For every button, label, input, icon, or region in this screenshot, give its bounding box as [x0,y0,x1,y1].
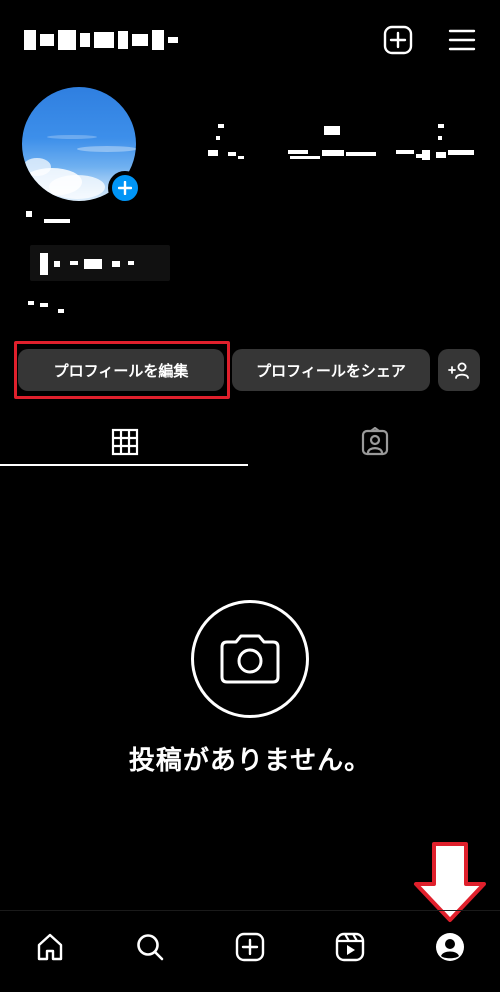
discover-people-button[interactable] [438,349,480,391]
reels-icon [335,932,365,962]
share-profile-button[interactable]: プロフィールをシェア [232,349,430,391]
empty-state-icon [191,600,309,718]
empty-state-message: 投稿がありません。 [128,746,372,776]
hamburger-menu-icon [448,29,476,51]
nav-create[interactable] [230,927,270,967]
add-story-button[interactable] [108,171,142,205]
home-icon [37,933,63,961]
edit-profile-highlight [14,341,230,399]
nav-reels[interactable] [330,927,370,967]
search-icon [137,934,164,961]
nav-search[interactable] [130,927,170,967]
add-person-icon [448,362,469,379]
avatar[interactable] [22,87,142,205]
active-tab-indicator [0,464,248,466]
username-redacted[interactable] [24,26,178,54]
tagged-person-icon [361,427,389,456]
menu-button[interactable] [444,22,480,58]
create-post-icon [235,932,265,962]
camera-icon [220,634,280,684]
new-post-button[interactable] [380,22,416,58]
bottom-navigation [0,910,500,992]
nav-home[interactable] [30,927,70,967]
profile-tabs [0,418,500,468]
plus-square-icon [383,25,413,55]
profile-header [0,0,500,80]
tab-posts-grid[interactable] [0,418,250,466]
grid-icon [111,428,139,456]
tab-tagged[interactable] [250,418,500,466]
profile-stats-redacted [200,118,480,168]
plus-icon [118,181,132,195]
nav-profile[interactable] [430,927,470,967]
profile-icon [436,933,464,961]
